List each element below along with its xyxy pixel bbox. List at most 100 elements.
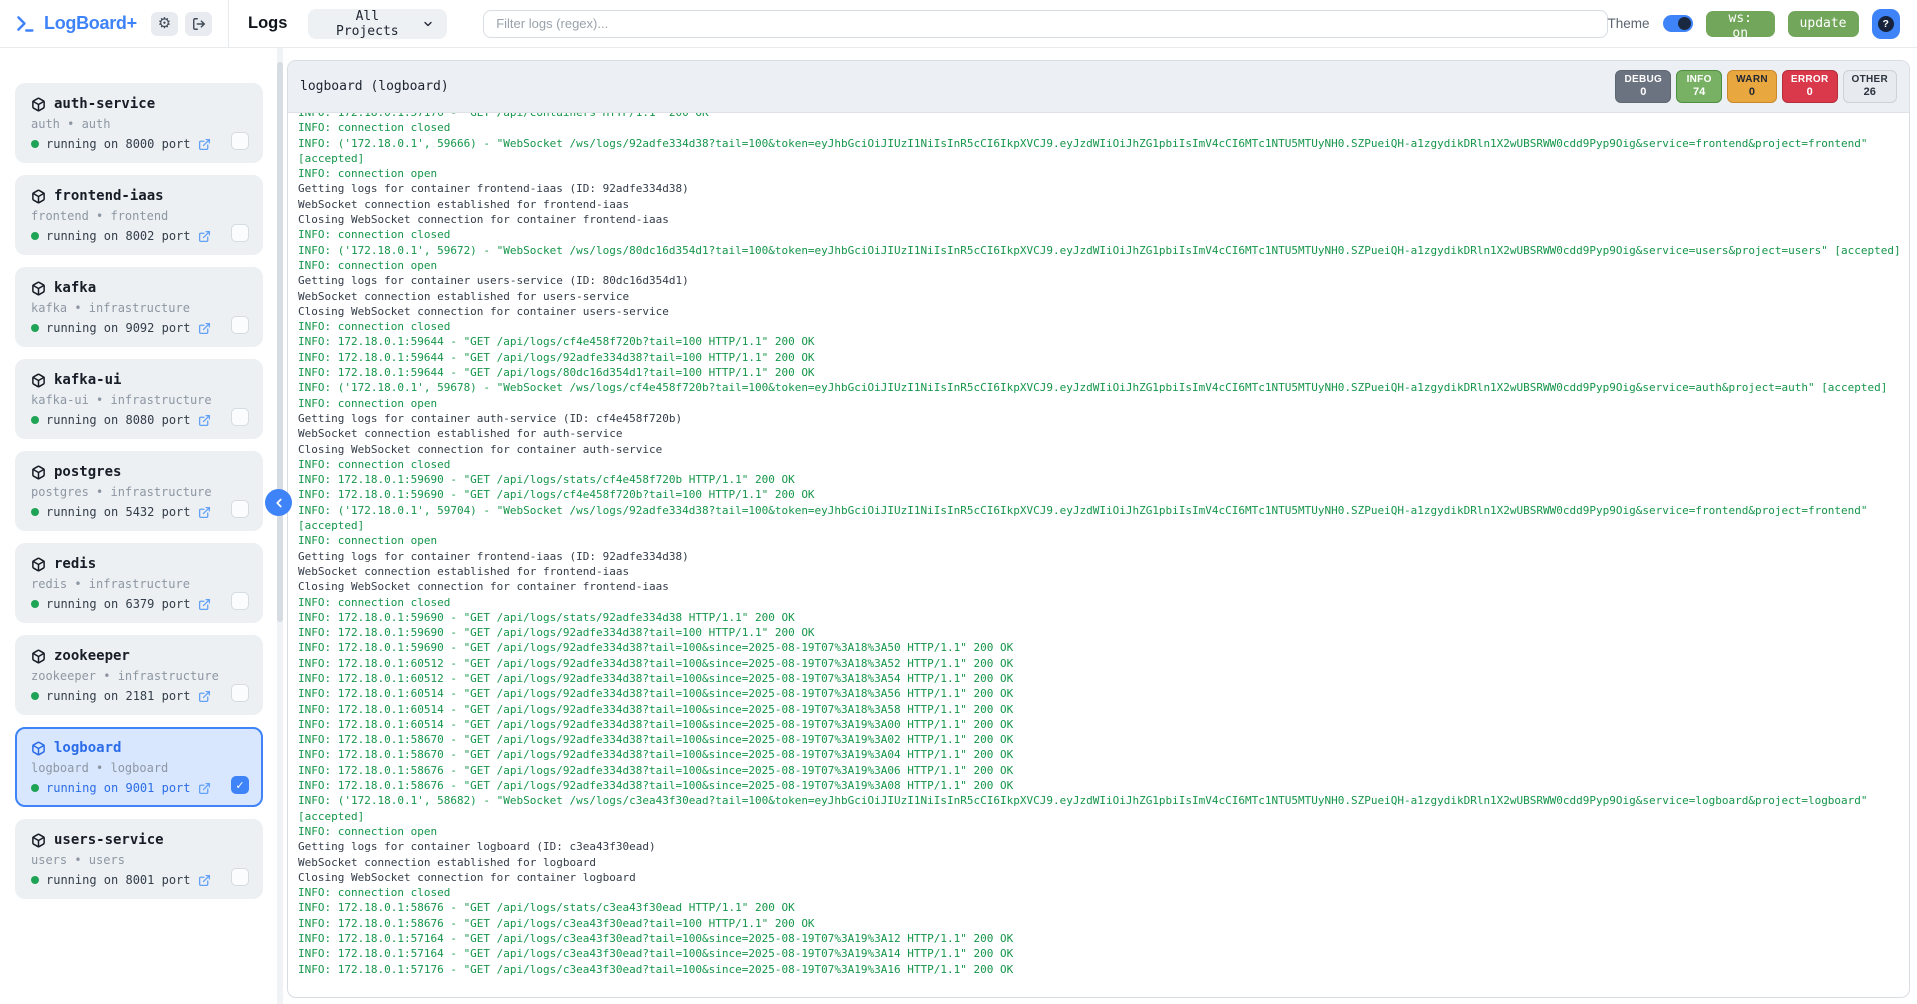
log-line: INFO: 172.18.0.1:59690 - "GET /api/logs/… — [298, 472, 1909, 487]
status-dot — [31, 600, 39, 608]
log-line: INFO: ('172.18.0.1', 59666) - "WebSocket… — [298, 136, 1909, 151]
question-icon: ? — [1878, 16, 1894, 32]
service-card-auth-service[interactable]: auth-service auth • auth running on 8000 p… — [15, 83, 263, 163]
service-checkbox[interactable]: ✓ — [231, 776, 249, 794]
websocket-status-button[interactable]: ws: on — [1706, 11, 1775, 37]
service-subtitle: logboard • logboard — [31, 761, 247, 775]
sidebar-scrollbar[interactable] — [277, 62, 283, 622]
external-link-icon[interactable] — [198, 414, 211, 427]
badge-info[interactable]: INFO74 — [1676, 70, 1722, 103]
service-checkbox[interactable] — [231, 132, 249, 150]
log-line: INFO: 172.18.0.1:57164 - "GET /api/logs/… — [298, 946, 1909, 961]
log-line: INFO: connection open — [298, 396, 1909, 411]
log-panel: logboard (logboard) DEBUG0INFO74WARN0ERR… — [287, 60, 1910, 998]
service-checkbox[interactable] — [231, 224, 249, 242]
service-checkbox[interactable] — [231, 316, 249, 334]
external-link-icon[interactable] — [198, 598, 211, 611]
status-dot — [31, 692, 39, 700]
external-link-icon[interactable] — [198, 322, 211, 335]
settings-button[interactable]: ⚙ — [151, 12, 178, 36]
service-card-zookeeper[interactable]: zookeeperzookeeper • infrastructurerunni… — [15, 635, 263, 715]
badge-debug[interactable]: DEBUG0 — [1615, 70, 1671, 103]
service-subtitle: zookeeper • infrastructure — [31, 669, 247, 683]
service-subtitle: kafka-ui • infrastructure — [31, 393, 247, 407]
log-line: Closing WebSocket connection for contain… — [298, 579, 1909, 594]
badge-label: WARN — [1736, 74, 1768, 85]
log-filter-input[interactable] — [483, 10, 1607, 38]
log-line: Getting logs for container frontend-iaas… — [298, 549, 1909, 564]
update-button[interactable]: update — [1788, 11, 1859, 37]
log-line: INFO: connection open — [298, 166, 1909, 181]
service-card-redis[interactable]: redisredis • infrastructurerunning on 63… — [15, 543, 263, 623]
status-dot — [31, 416, 39, 424]
external-link-icon[interactable] — [198, 506, 211, 519]
external-link-icon[interactable] — [198, 782, 211, 795]
log-line: INFO: 172.18.0.1:60514 - "GET /api/logs/… — [298, 702, 1909, 717]
status-dot — [31, 876, 39, 884]
package-icon — [31, 557, 46, 572]
service-status: running on 6379 port — [46, 597, 191, 611]
log-line: INFO: 172.18.0.1:60512 - "GET /api/logs/… — [298, 671, 1909, 686]
service-card-logboard[interactable]: logboardlogboard • logboardrunning on 90… — [15, 727, 263, 807]
service-subtitle: auth • auth — [31, 117, 247, 131]
service-status: running on 8001 port — [46, 873, 191, 887]
service-card-kafka-ui[interactable]: kafka-uikafka-ui • infrastructurerunning… — [15, 359, 263, 439]
log-line: Closing WebSocket connection for contain… — [298, 870, 1909, 885]
log-line: [accepted] — [298, 518, 1909, 533]
help-button[interactable]: ? — [1872, 9, 1900, 39]
external-link-icon[interactable] — [198, 690, 211, 703]
log-line: Getting logs for container auth-service … — [298, 411, 1909, 426]
log-panel-title: logboard (logboard) — [300, 79, 449, 94]
package-icon — [31, 189, 46, 204]
logout-button[interactable] — [185, 12, 212, 36]
service-status: running on 8000 port — [46, 137, 191, 151]
log-line: WebSocket connection established for fro… — [298, 197, 1909, 212]
service-subtitle: redis • infrastructure — [31, 577, 247, 591]
external-link-icon[interactable] — [198, 138, 211, 151]
sidebar-collapse-button[interactable] — [265, 489, 292, 516]
log-line: INFO: 172.18.0.1:58676 - "GET /api/logs/… — [298, 778, 1909, 793]
log-line: INFO: 172.18.0.1:60512 - "GET /api/logs/… — [298, 656, 1909, 671]
badge-count: 74 — [1685, 86, 1713, 98]
log-line: INFO: connection open — [298, 824, 1909, 839]
service-status: running on 9092 port — [46, 321, 191, 335]
app-title: LogBoard+ — [44, 13, 137, 34]
project-filter-dropdown[interactable]: All Projects — [308, 9, 447, 39]
service-name: auth-service — [54, 96, 155, 112]
external-link-icon[interactable] — [198, 230, 211, 243]
service-card-frontend-iaas[interactable]: frontend-iaasfrontend • frontendrunning … — [15, 175, 263, 255]
service-checkbox[interactable] — [231, 684, 249, 702]
service-card-kafka[interactable]: kafkakafka • infrastructurerunning on 90… — [15, 267, 263, 347]
service-checkbox[interactable] — [231, 408, 249, 426]
service-status: running on 5432 port — [46, 505, 191, 519]
theme-label: Theme — [1608, 16, 1650, 31]
log-line: INFO: connection open — [298, 258, 1909, 273]
log-line: Getting logs for container logboard (ID:… — [298, 839, 1909, 854]
status-dot — [31, 324, 39, 332]
theme-toggle[interactable] — [1663, 15, 1693, 32]
service-status: running on 9001 port — [46, 781, 191, 795]
log-line: INFO: 172.18.0.1:60514 - "GET /api/logs/… — [298, 717, 1909, 732]
log-area[interactable]: INFO: 172.18.0.1:57176 - "GET /api/conta… — [288, 113, 1909, 997]
service-card-postgres[interactable]: postgrespostgres • infrastructurerunning… — [15, 451, 263, 531]
log-line: INFO: 172.18.0.1:59690 - "GET /api/logs/… — [298, 610, 1909, 625]
log-line: INFO: ('172.18.0.1', 59678) - "WebSocket… — [298, 380, 1909, 395]
log-line: INFO: connection closed — [298, 227, 1909, 242]
level-badges: DEBUG0INFO74WARN0ERROR0OTHER26 — [1615, 70, 1897, 103]
badge-label: DEBUG — [1624, 74, 1662, 85]
badge-error[interactable]: ERROR0 — [1782, 70, 1838, 103]
badge-warn[interactable]: WARN0 — [1727, 70, 1777, 103]
log-line: INFO: 172.18.0.1:58676 - "GET /api/logs/… — [298, 916, 1909, 931]
service-checkbox[interactable] — [231, 500, 249, 518]
log-line: [accepted] — [298, 809, 1909, 824]
badge-count: 0 — [1791, 86, 1829, 98]
service-checkbox[interactable] — [231, 592, 249, 610]
brand: LogBoard+ ⚙ — [0, 0, 229, 47]
service-checkbox[interactable] — [231, 868, 249, 886]
badge-other[interactable]: OTHER26 — [1843, 70, 1898, 103]
badge-label: OTHER — [1852, 74, 1889, 85]
service-card-users-service[interactable]: users-serviceusers • usersrunning on 800… — [15, 819, 263, 899]
external-link-icon[interactable] — [198, 874, 211, 887]
theme-toggle-knob — [1678, 17, 1691, 30]
topbar: LogBoard+ ⚙ Logs All Projects Theme ws: … — [0, 0, 1917, 48]
